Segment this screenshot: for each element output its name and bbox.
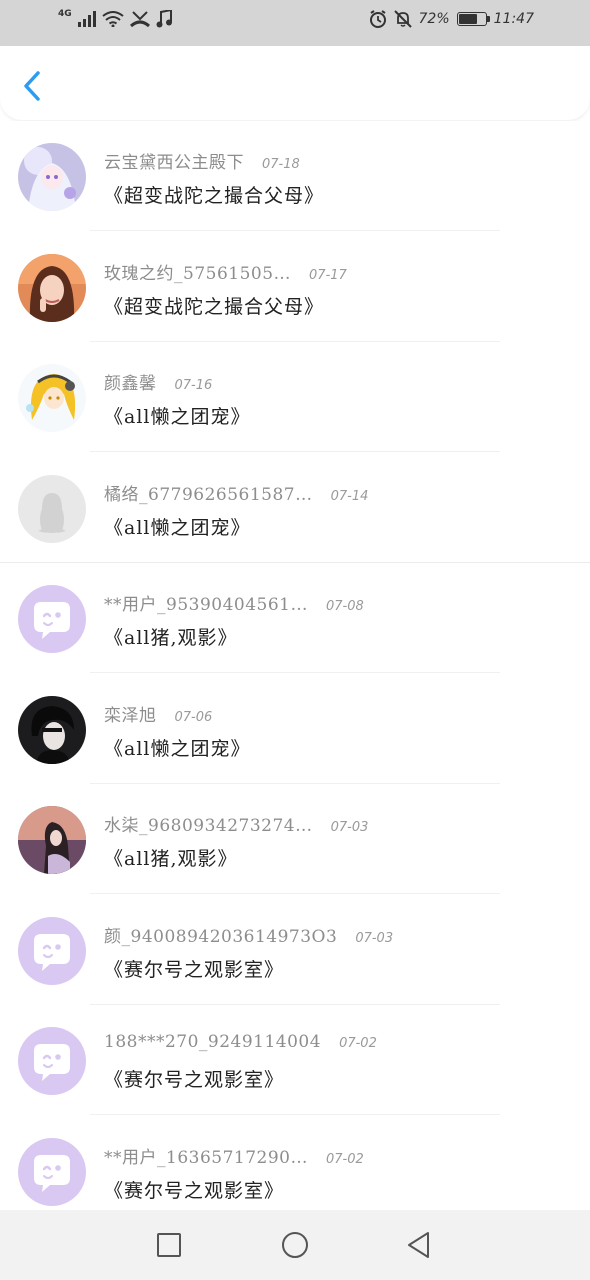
message-text[interactable]: 《all懒之团宠》 (104, 513, 250, 540)
avatar-image (18, 1027, 86, 1095)
avatar-image (18, 364, 86, 432)
missed-call-icon (129, 11, 150, 28)
avatar-image (18, 253, 86, 322)
name-line: 颜鑫馨 07-16 (104, 369, 212, 394)
system-nav-bar (0, 1210, 590, 1280)
back-triangle-icon (408, 1232, 429, 1258)
name-line: 玫瑰之约_57561505… 07-17 (104, 259, 347, 284)
name-line: **用户_95390404561… 07-08 (104, 590, 364, 615)
message-list: 云宝黛西公主殿下 07-18 《超变战陀之撮合父母》 玫瑰之约_57561505… 0… (0, 121, 590, 1210)
message-text[interactable]: 《赛尔号之观影室》 (104, 955, 284, 982)
avatar[interactable] (18, 916, 86, 985)
avatar[interactable] (18, 1137, 86, 1206)
username[interactable]: 188***270_9249114004 (104, 1032, 321, 1052)
username[interactable]: 橘络_6779626561587… (104, 480, 313, 505)
message-text[interactable]: 《all猪,观影》 (104, 844, 238, 871)
username[interactable]: 玫瑰之约_57561505… (104, 259, 291, 284)
name-line: 栾泽旭 07-06 (104, 701, 212, 726)
list-item[interactable]: 188***270_9249114004 07-02 《赛尔号之观影室》 (0, 1005, 590, 1115)
home-icon (282, 1232, 308, 1258)
avatar[interactable] (18, 253, 86, 322)
name-line: 188***270_9249114004 07-02 (104, 1032, 377, 1052)
wifi-icon (102, 11, 124, 27)
message-text[interactable]: 《all猪,观影》 (104, 623, 238, 650)
username[interactable]: 水柒_9680934273274… (104, 811, 313, 836)
avatar[interactable] (18, 695, 86, 764)
top-app-bar (0, 46, 590, 120)
network-type: 4G (58, 9, 72, 19)
date: 07-17 (309, 267, 347, 283)
home-button[interactable] (280, 1230, 310, 1260)
music-note-icon (156, 10, 172, 28)
username[interactable]: 颜鑫馨 (104, 369, 157, 394)
list-item[interactable]: **用户_16365717290… 07-02 《赛尔号之观影室》 (0, 1116, 590, 1211)
date: 07-06 (174, 709, 213, 725)
list-item[interactable]: 玫瑰之约_57561505… 07-17 《超变战陀之撮合父母》 (0, 232, 590, 342)
avatar[interactable] (18, 474, 86, 543)
message-text[interactable]: 《超变战陀之撮合父母》 (104, 181, 324, 208)
message-text[interactable]: 《超变战陀之撮合父母》 (104, 292, 324, 319)
message-text[interactable]: 《all懒之团宠》 (104, 734, 250, 761)
avatar[interactable] (18, 585, 86, 653)
date: 07-02 (325, 1151, 364, 1167)
username[interactable]: **用户_16365717290… (104, 1143, 308, 1168)
list-item[interactable]: 云宝黛西公主殿下 07-18 《超变战陀之撮合父母》 (0, 121, 590, 231)
date: 07-03 (330, 820, 369, 835)
avatar[interactable] (18, 364, 86, 432)
avatar[interactable] (18, 143, 86, 211)
signal-icon (77, 11, 96, 27)
mute-icon (393, 10, 412, 28)
date: 07-16 (174, 378, 213, 393)
avatar-image (18, 1137, 86, 1206)
message-text[interactable]: 《赛尔号之观影室》 (104, 1176, 284, 1203)
list-item[interactable]: 颜鑫馨 07-16 《all懒之团宠》 (0, 342, 590, 452)
avatar-image (18, 916, 86, 985)
status-left-icons: 4G (58, 9, 172, 28)
battery-icon (456, 12, 490, 26)
recent-apps-icon (157, 1233, 181, 1257)
avatar-image (18, 143, 86, 211)
avatar-image (18, 695, 86, 764)
list-item[interactable]: 水柒_9680934273274… 07-03 《all猪,观影》 (0, 784, 590, 894)
status-right-icons: 72% 11:47 (369, 10, 534, 28)
username[interactable]: **用户_95390404561… (104, 590, 308, 615)
recent-apps-button[interactable] (154, 1230, 184, 1260)
chevron-left-icon (24, 71, 40, 101)
date: 07-02 (339, 1036, 377, 1051)
date: 07-18 (262, 157, 300, 172)
name-line: 橘络_6779626561587… 07-14 (104, 480, 368, 505)
battery-percent: 72% (418, 11, 450, 27)
list-item[interactable]: **用户_95390404561… 07-08 《all猪,观影》 (0, 563, 590, 673)
name-line: **用户_16365717290… 07-02 (104, 1143, 364, 1168)
name-line: 水柒_9680934273274… 07-03 (104, 811, 368, 836)
back-button[interactable] (18, 68, 48, 104)
date: 07-08 (325, 599, 364, 614)
message-text[interactable]: 《all懒之团宠》 (104, 402, 250, 429)
list-item[interactable]: 栾泽旭 07-06 《all懒之团宠》 (0, 674, 590, 784)
name-line: 云宝黛西公主殿下 07-18 (104, 148, 300, 173)
name-line: 颜_9400894203614973O3 07-03 (104, 922, 393, 947)
list-item[interactable]: 橘络_6779626561587… 07-14 《all懒之团宠》 (0, 453, 590, 563)
back-nav-button[interactable] (404, 1230, 434, 1260)
date: 07-03 (355, 930, 394, 946)
battery-level (458, 14, 477, 24)
avatar[interactable] (18, 806, 86, 874)
avatar[interactable] (18, 1027, 86, 1095)
status-bar: 4G 72% 11:47 (0, 0, 590, 46)
list-item[interactable]: 颜_9400894203614973O3 07-03 《赛尔号之观影室》 (0, 895, 590, 1005)
username[interactable]: 颜_9400894203614973O3 (104, 922, 337, 947)
date: 07-14 (330, 488, 369, 504)
username[interactable]: 栾泽旭 (104, 701, 157, 726)
message-text[interactable]: 《赛尔号之观影室》 (104, 1065, 284, 1092)
avatar-image (18, 474, 86, 543)
username[interactable]: 云宝黛西公主殿下 (104, 148, 244, 173)
avatar-image (18, 806, 86, 874)
avatar-image (18, 585, 86, 653)
clock: 11:47 (493, 11, 534, 27)
alarm-icon (369, 10, 386, 28)
